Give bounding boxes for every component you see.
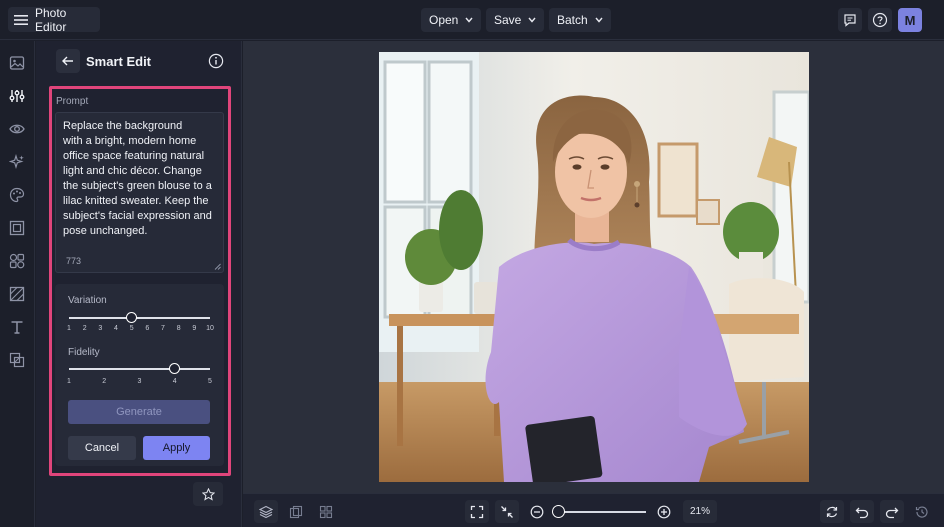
- slider-tick-label: 10: [206, 325, 214, 332]
- variation-ticks: 1 2 3 4 5 6 7 8 9 10: [67, 325, 214, 335]
- slider-tick-label: 9: [192, 325, 197, 332]
- chevron-down-icon: [465, 17, 473, 23]
- app-title: Photo Editor: [35, 5, 67, 34]
- grid-button[interactable]: [314, 500, 338, 523]
- fidelity-ticks: 1 2 3 4 5: [67, 378, 212, 388]
- open-menu-button[interactable]: Open: [421, 8, 482, 32]
- zoom-out-icon: [530, 505, 544, 519]
- fidelity-slider-thumb[interactable]: [169, 363, 181, 374]
- resize-handle-icon[interactable]: [214, 263, 221, 270]
- favorite-button[interactable]: [193, 482, 223, 506]
- zoom-slider-track[interactable]: [556, 511, 646, 513]
- chevron-down-icon: [528, 17, 536, 23]
- arrow-left-icon: [62, 56, 74, 66]
- palette-icon[interactable]: [8, 186, 26, 204]
- zoom-in-icon: [657, 505, 671, 519]
- batch-menu-button[interactable]: Batch: [549, 8, 611, 32]
- undo-icon: [855, 505, 869, 519]
- slider-tick-label: 8: [176, 325, 181, 332]
- history-icon: [915, 505, 929, 519]
- refresh-icon: [825, 505, 839, 519]
- redo-button[interactable]: [880, 500, 904, 523]
- variation-label: Variation: [68, 295, 107, 306]
- layers-icon: [259, 505, 273, 519]
- slider-tick-label: 4: [114, 325, 118, 332]
- save-menu-label: Save: [494, 13, 522, 27]
- compare-icon: [289, 505, 303, 519]
- app-menu-button[interactable]: Photo Editor: [8, 5, 100, 34]
- collapse-icon: [500, 505, 514, 519]
- compare-button[interactable]: [284, 500, 308, 523]
- slider-tick-label: 7: [161, 325, 165, 332]
- layers-button[interactable]: [254, 500, 278, 523]
- prompt-text: Replace the background with a bright, mo…: [63, 120, 212, 237]
- rotate-button[interactable]: [820, 500, 844, 523]
- zoom-slider-thumb[interactable]: [551, 505, 565, 518]
- magic-sparkle-icon[interactable]: [8, 153, 26, 171]
- slider-tick-label: 3: [98, 325, 103, 332]
- fidelity-slider-track[interactable]: [69, 368, 210, 370]
- slider-tick-label: 1: [67, 325, 71, 332]
- fidelity-label: Fidelity: [68, 347, 100, 358]
- slider-tick-label: 1: [67, 378, 71, 385]
- image-icon[interactable]: [8, 54, 26, 72]
- redo-icon: [885, 505, 899, 519]
- avatar[interactable]: M: [898, 8, 922, 32]
- text-icon[interactable]: [8, 318, 26, 336]
- adjust-sliders-icon[interactable]: [8, 87, 26, 105]
- character-count: 773: [66, 256, 82, 266]
- slider-tick-label: 6: [145, 325, 150, 332]
- star-icon: [201, 487, 215, 501]
- smart-edit-panel: Smart Edit Prompt Replace the background…: [36, 41, 242, 527]
- help-icon: [872, 12, 888, 28]
- prompt-textarea[interactable]: Replace the background with a bright, mo…: [55, 112, 224, 273]
- slider-tick-label: 4: [172, 378, 177, 385]
- save-menu-button[interactable]: Save: [486, 8, 545, 32]
- fit-screen-button[interactable]: [465, 500, 489, 523]
- back-button[interactable]: [56, 49, 80, 73]
- feedback-button[interactable]: [838, 8, 862, 32]
- history-button[interactable]: [910, 500, 934, 523]
- actual-size-button[interactable]: [495, 500, 519, 523]
- eye-icon[interactable]: [8, 120, 26, 138]
- slider-tick-label: 3: [137, 378, 142, 385]
- shapes-icon[interactable]: [8, 252, 26, 270]
- texture-icon[interactable]: [8, 285, 26, 303]
- undo-button[interactable]: [850, 500, 874, 523]
- grid-icon: [319, 505, 333, 519]
- feedback-icon: [843, 13, 857, 27]
- generate-button[interactable]: Generate: [68, 400, 210, 424]
- chevron-down-icon: [595, 17, 603, 23]
- info-icon[interactable]: [208, 53, 224, 69]
- cancel-button[interactable]: Cancel: [68, 436, 136, 460]
- tool-rail: [0, 41, 35, 527]
- hamburger-menu-icon: [14, 14, 28, 26]
- top-bar: Photo Editor Open Save Batch M: [0, 0, 944, 40]
- slider-tick-label: 5: [129, 325, 134, 332]
- expand-icon: [470, 505, 484, 519]
- zoom-out-button[interactable]: [525, 500, 549, 523]
- slider-tick-label: 5: [208, 378, 212, 385]
- zoom-in-button[interactable]: [652, 500, 676, 523]
- apply-button[interactable]: Apply: [143, 436, 210, 460]
- canvas-area: [243, 41, 944, 493]
- slider-tick-label: 2: [102, 378, 107, 385]
- settings-card: Variation 1 2 3 4 5 6 7 8 9 10 Fidelity 1 2 3 4 5 Gen…: [55, 284, 224, 466]
- open-menu-label: Open: [429, 13, 459, 27]
- help-button[interactable]: [868, 8, 892, 32]
- frame-icon[interactable]: [8, 219, 26, 237]
- bottom-toolbar: 21%: [243, 493, 944, 527]
- batch-menu-label: Batch: [557, 13, 588, 27]
- slider-tick-label: 2: [82, 325, 87, 332]
- panel-title: Smart Edit: [86, 54, 152, 69]
- prompt-label: Prompt: [56, 96, 89, 107]
- variation-slider-track[interactable]: [69, 317, 210, 319]
- overlay-icon[interactable]: [8, 351, 26, 369]
- variation-slider-thumb[interactable]: [126, 312, 138, 323]
- zoom-level[interactable]: 21%: [683, 500, 717, 523]
- edited-photo[interactable]: [379, 52, 809, 482]
